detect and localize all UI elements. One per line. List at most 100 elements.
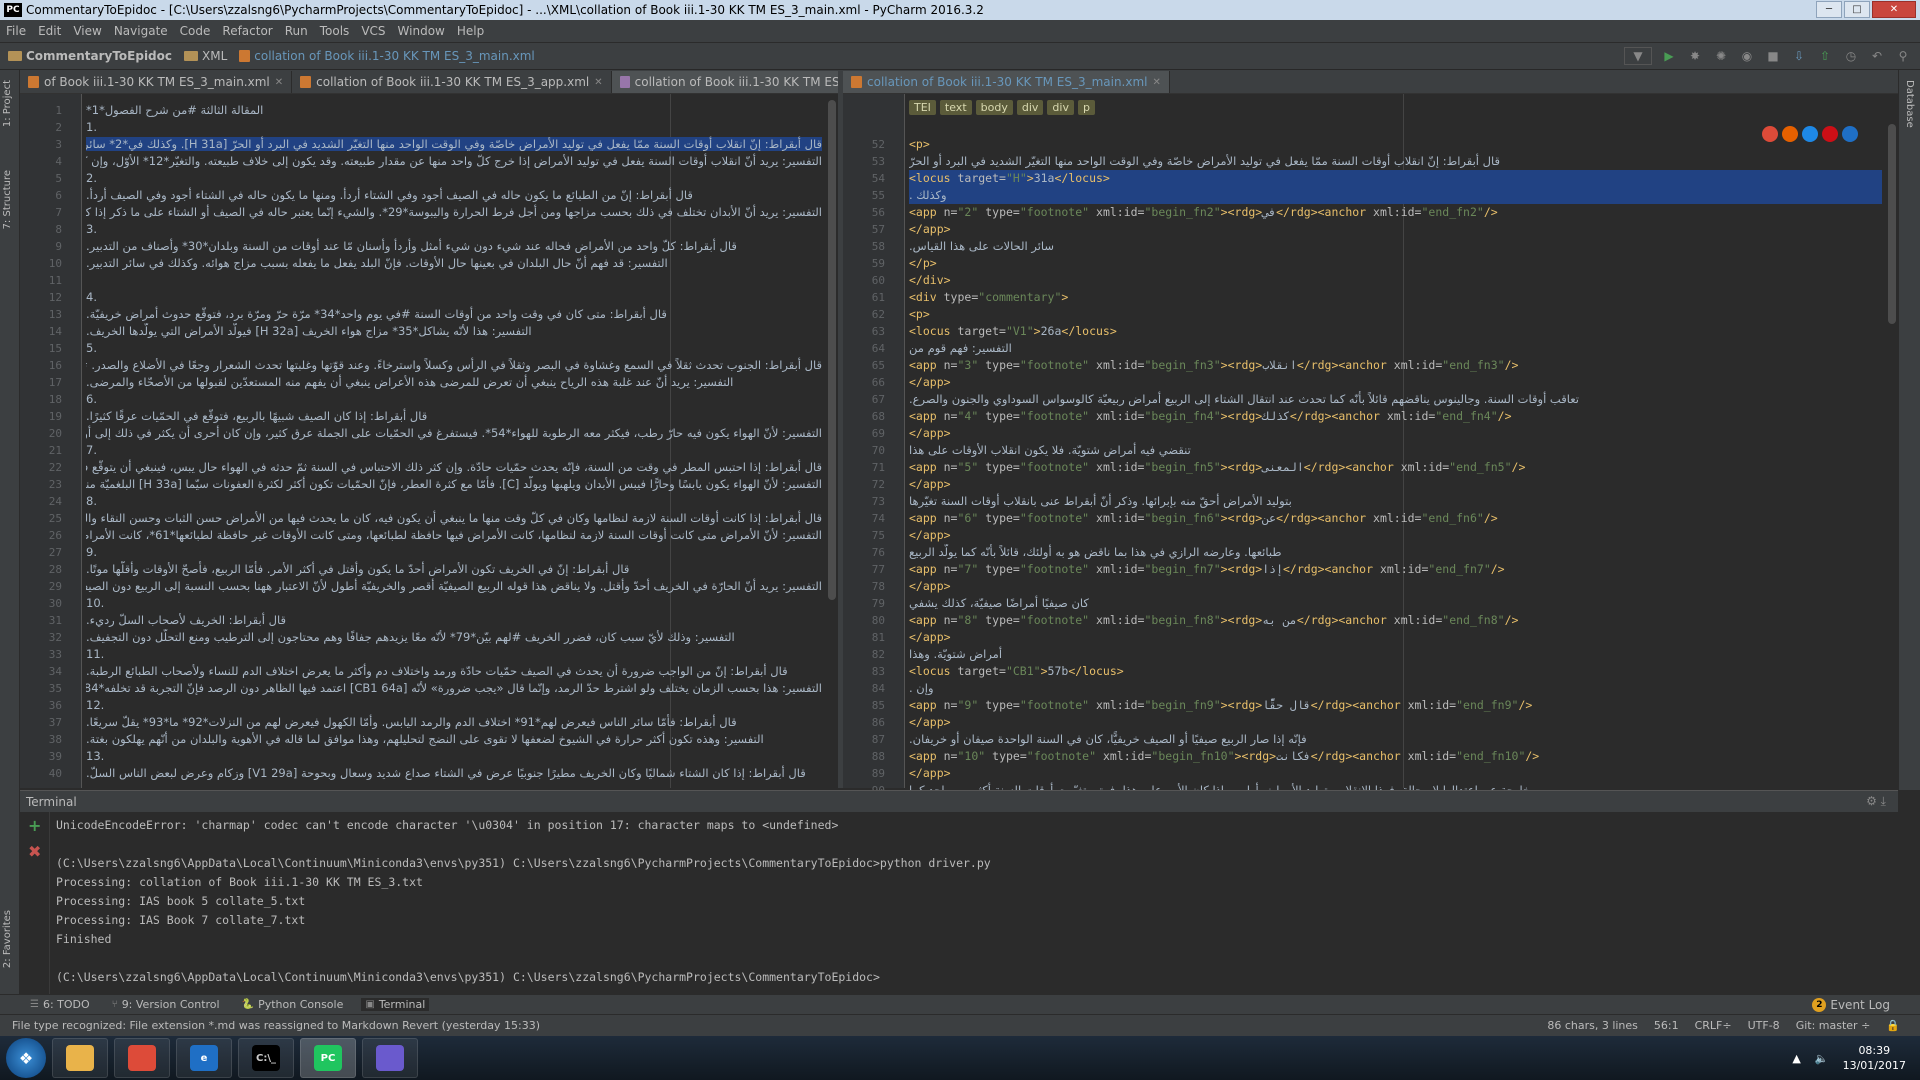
- xml-breadcrumb-tag[interactable]: text: [939, 100, 972, 115]
- terminal-output[interactable]: UnicodeEncodeError: 'charmap' codec can'…: [56, 816, 991, 987]
- menu-refactor[interactable]: Refactor: [222, 24, 272, 38]
- clock[interactable]: 08:39 13/01/2017: [1843, 1043, 1906, 1073]
- menu-help[interactable]: Help: [457, 24, 484, 38]
- caret-position[interactable]: 56:1: [1654, 1019, 1679, 1032]
- tool-tab-favorites[interactable]: 2: Favorites: [2, 910, 13, 968]
- right-scrollbar[interactable]: [1886, 94, 1898, 788]
- xml-token: ": [1033, 664, 1041, 678]
- tray-arrow-icon[interactable]: ▲: [1792, 1052, 1800, 1065]
- breadcrumb-folder[interactable]: XML: [184, 49, 227, 63]
- stop-icon[interactable]: ■: [1764, 47, 1782, 65]
- menu-file[interactable]: File: [6, 24, 26, 38]
- tool-button-terminal[interactable]: ▣ Terminal: [361, 998, 430, 1011]
- minimize-button[interactable]: ─: [1816, 1, 1842, 18]
- run-icon[interactable]: ▶: [1660, 47, 1678, 65]
- close-button[interactable]: ✕: [1872, 1, 1916, 18]
- scroll-thumb[interactable]: [828, 100, 836, 600]
- breadcrumb-file[interactable]: collation of Book iii.1-30 KK TM ES_3_ma…: [239, 49, 535, 63]
- tool-tab-database[interactable]: Database: [1904, 80, 1915, 128]
- editor-tab[interactable]: of Book iii.1-30 KK TM ES_3_main.xml ✕: [20, 71, 293, 93]
- firefox-icon[interactable]: [1782, 126, 1798, 142]
- vcs-revert-icon[interactable]: ↶: [1868, 47, 1886, 65]
- code-line: 6.: [86, 392, 97, 406]
- coverage-icon[interactable]: ✺: [1712, 47, 1730, 65]
- right-code-area[interactable]: <p> قال أبقراط: إنّ انقلاب أوقات السنة مم…: [909, 136, 1882, 799]
- xml-token: />: [1504, 613, 1519, 627]
- close-session-icon[interactable]: ✖: [28, 842, 41, 861]
- file-encoding[interactable]: UTF-8: [1748, 1019, 1780, 1032]
- left-code-area[interactable]: المقالة الثالثة #من شرح الفصول*1* 1. قال أ…: [86, 102, 822, 782]
- maximize-button[interactable]: □: [1844, 1, 1870, 18]
- xml-breadcrumb-tag[interactable]: TEI: [909, 100, 936, 115]
- menu-vcs[interactable]: VCS: [361, 24, 385, 38]
- menu-window[interactable]: Window: [398, 24, 445, 38]
- terminal-panel[interactable]: + ✖ UnicodeEncodeError: 'charmap' codec …: [20, 812, 1898, 994]
- vcs-commit-icon[interactable]: ⇧: [1816, 47, 1834, 65]
- volume-icon[interactable]: 🔈: [1815, 1052, 1829, 1065]
- editor-tab[interactable]: collation of Book iii.1-30 KK TM ES_3.tx…: [611, 71, 838, 93]
- git-branch[interactable]: Git: master ÷: [1796, 1019, 1871, 1032]
- search-everywhere-icon[interactable]: ⚲: [1894, 47, 1912, 65]
- taskbar-ie-icon[interactable]: e: [176, 1038, 232, 1078]
- event-log-button[interactable]: 2 Event Log: [1812, 997, 1890, 1012]
- xml-breadcrumb-tag[interactable]: p: [1077, 100, 1095, 115]
- terminal-line: (C:\Users\zzalsng6\AppData\Local\Continu…: [56, 970, 880, 984]
- close-tab-icon[interactable]: ✕: [275, 77, 283, 88]
- menu-view[interactable]: View: [73, 24, 101, 38]
- close-tab-icon[interactable]: ✕: [594, 77, 602, 88]
- xml-tag: </app>: [909, 375, 951, 389]
- line-number: 7: [55, 206, 62, 219]
- run-config-dropdown[interactable]: ▼: [1624, 47, 1652, 65]
- code-line: التفسير: يريد أنّ عند غلبة هذه الرياح ين…: [86, 375, 734, 389]
- file-icon: [851, 76, 862, 88]
- taskbar-cmd-icon[interactable]: C:\_: [238, 1038, 294, 1078]
- new-session-icon[interactable]: +: [28, 816, 41, 835]
- menu-code[interactable]: Code: [180, 24, 211, 38]
- profile-icon[interactable]: ◉: [1738, 47, 1756, 65]
- editor-tab[interactable]: collation of Book iii.1-30 KK TM ES_3_ma…: [843, 71, 1170, 93]
- status-message[interactable]: File type recognized: File extension *.m…: [12, 1019, 540, 1032]
- taskbar-chrome-icon[interactable]: [114, 1038, 170, 1078]
- chrome-icon[interactable]: [1762, 126, 1778, 142]
- xml-token: ><rdg>: [1220, 562, 1263, 576]
- xml-breadcrumb-tag[interactable]: body: [975, 100, 1013, 115]
- menu-navigate[interactable]: Navigate: [114, 24, 168, 38]
- menu-tools[interactable]: Tools: [320, 24, 350, 38]
- breadcrumb-project[interactable]: CommentaryToEpidoc: [8, 49, 172, 63]
- xml-token: ": [1005, 171, 1013, 185]
- code-line: بتوليد الأمراض أحقّ منه بإبرائها. وذكر أ…: [909, 494, 1292, 508]
- vcs-update-icon[interactable]: ⇩: [1790, 47, 1808, 65]
- code-line: 5.: [86, 341, 97, 355]
- editor-tab[interactable]: collation of Book iii.1-30 KK TM ES_3_ap…: [292, 71, 612, 93]
- tool-button-python-console[interactable]: 🐍 Python Console: [238, 998, 348, 1011]
- left-scrollbar[interactable]: [826, 94, 838, 788]
- taskbar-other-icon[interactable]: [362, 1038, 418, 1078]
- tool-button--todo[interactable]: ☰ 6: TODO: [26, 998, 94, 1011]
- terminal-settings-icon[interactable]: ⚙ ⤓: [1866, 794, 1886, 809]
- safari-icon[interactable]: [1802, 126, 1818, 142]
- close-tab-icon[interactable]: ✕: [1153, 77, 1161, 88]
- xml-breadcrumb-tag[interactable]: div: [1016, 100, 1044, 115]
- ie-icon[interactable]: [1842, 126, 1858, 142]
- xml-token: "footnote": [1019, 460, 1097, 474]
- line-separator[interactable]: CRLF÷: [1695, 1019, 1732, 1032]
- debug-icon[interactable]: ✸: [1686, 47, 1704, 65]
- menu-run[interactable]: Run: [285, 24, 308, 38]
- xml-breadcrumb-tag[interactable]: div: [1047, 100, 1074, 115]
- opera-icon[interactable]: [1822, 126, 1838, 142]
- vcs-history-icon[interactable]: ◷: [1842, 47, 1860, 65]
- taskbar-explorer-icon[interactable]: [52, 1038, 108, 1078]
- line-number: 25: [48, 512, 62, 525]
- lock-icon[interactable]: 🔒: [1886, 1019, 1900, 1032]
- taskbar-pycharm-icon[interactable]: PC: [300, 1038, 356, 1078]
- tool-tab-structure[interactable]: 7: Structure: [2, 170, 13, 229]
- xml-token: ": [971, 613, 986, 627]
- menu-edit[interactable]: Edit: [38, 24, 61, 38]
- tool-button--version-control[interactable]: ⑂ 9: Version Control: [108, 998, 224, 1011]
- tab-label: collation of Book iii.1-30 KK TM ES_3_ma…: [867, 75, 1148, 89]
- xml-attr-value: end_fn4: [1442, 409, 1491, 423]
- scroll-thumb[interactable]: [1888, 124, 1896, 324]
- start-button[interactable]: ❖: [6, 1038, 46, 1078]
- xml-attr-value: end_fn9: [1463, 698, 1512, 712]
- tool-tab-project[interactable]: 1: Project: [2, 80, 13, 127]
